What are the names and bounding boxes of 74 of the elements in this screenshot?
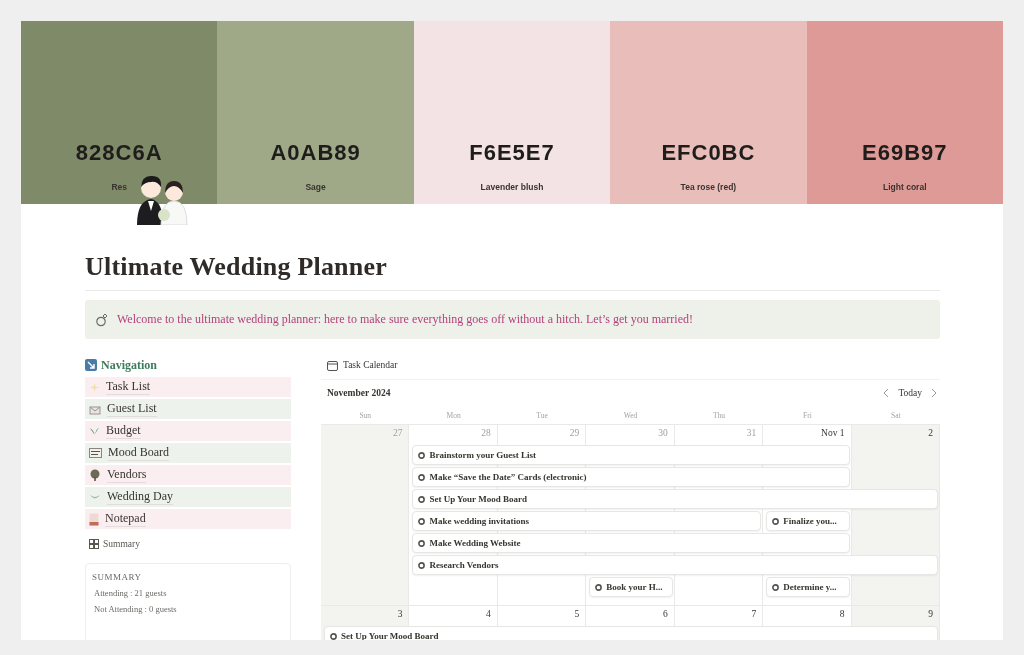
notebook-icon xyxy=(89,512,99,526)
hex-code: EFC0BC xyxy=(661,140,756,166)
next-button[interactable] xyxy=(930,388,938,398)
date-number: 31 xyxy=(746,428,757,438)
status-icon xyxy=(418,539,426,547)
date-number: 6 xyxy=(662,609,668,619)
hex-code: A0AB89 xyxy=(270,140,361,166)
callout-text: Welcome to the ultimate wedding planner: here to make sure everything goes off without a hitch. Let’s get you married! xyxy=(117,312,693,327)
nav-link[interactable]: Budget xyxy=(85,421,291,441)
date-number: 9 xyxy=(928,609,933,619)
nav-link[interactable]: Mood Board xyxy=(85,443,291,463)
summary-line: Not Attending : 0 guests xyxy=(93,604,178,614)
view-title: Task Calendar xyxy=(343,360,398,370)
date-number: 2 xyxy=(928,428,933,438)
grid-icon xyxy=(89,539,99,549)
status-icon xyxy=(772,583,780,591)
date-number: Nov 1 xyxy=(821,428,845,438)
status-icon xyxy=(418,561,426,569)
nav-link[interactable]: Notepad xyxy=(85,509,291,529)
nav-link[interactable]: Task List xyxy=(85,377,291,397)
board-icon xyxy=(89,448,102,458)
summary-line: Attending : 21 guests xyxy=(93,588,168,598)
status-icon xyxy=(418,517,426,525)
event-chip[interactable]: Determine y... xyxy=(766,577,850,597)
event-chip[interactable]: Set Up Your Mood Board xyxy=(412,489,938,509)
event-chip[interactable]: Research Vendors xyxy=(412,555,938,575)
hex-code: E69B97 xyxy=(862,140,948,166)
color-name: Sage xyxy=(305,182,326,192)
arrow-icon xyxy=(85,359,97,371)
date-number: 4 xyxy=(486,609,491,619)
color-name: Res xyxy=(111,182,127,192)
nav-link[interactable]: Guest List xyxy=(85,399,291,419)
status-icon xyxy=(418,451,426,459)
nav-link[interactable]: Vendors xyxy=(85,465,291,485)
date-number: 7 xyxy=(751,609,757,619)
calendar-icon xyxy=(327,359,338,371)
event-chip[interactable]: Make “Save the Date” Cards (electronic) xyxy=(412,467,850,487)
date-number: 29 xyxy=(569,428,580,438)
color-name: Tea rose (red) xyxy=(680,182,737,192)
ring-icon xyxy=(95,312,109,327)
sparkle-icon xyxy=(89,381,100,393)
previous-button[interactable] xyxy=(882,388,891,398)
date-number: 28 xyxy=(481,428,491,438)
status-icon xyxy=(772,517,780,525)
event-chip[interactable]: Make Wedding Website xyxy=(412,533,850,553)
date-number: 30 xyxy=(658,428,668,438)
date-number: 8 xyxy=(839,609,845,619)
date-number: 3 xyxy=(397,609,403,619)
summary-link[interactable]: Summary xyxy=(85,539,291,549)
status-icon xyxy=(330,632,337,640)
today-button[interactable]: Today xyxy=(896,388,924,398)
color-name: Light coral xyxy=(883,182,927,192)
month-label: November 2024 xyxy=(327,388,391,398)
event-chip[interactable]: Make wedding invitations xyxy=(412,511,762,531)
page-title: Ultimate Wedding Planner xyxy=(85,252,940,291)
hex-code: 828C6A xyxy=(75,140,163,166)
event-chip[interactable]: Book your H... xyxy=(589,577,673,597)
date-number: 27 xyxy=(392,428,403,438)
event-chip[interactable]: Set Up Your Mood Board xyxy=(324,626,938,640)
date-number: 5 xyxy=(574,609,580,619)
event-chip[interactable]: Brainstorm your Guest List xyxy=(412,445,850,465)
color-name: Lavender blush xyxy=(480,182,544,192)
nav-link[interactable]: Wedding Day xyxy=(85,487,291,507)
event-chip[interactable]: Finalize you... xyxy=(766,511,850,531)
wings-icon xyxy=(89,493,101,501)
section-heading: Navigation xyxy=(101,357,157,373)
status-icon xyxy=(418,495,426,503)
hex-code: F6E5E7 xyxy=(469,140,555,166)
leaf-icon xyxy=(89,426,100,436)
envelope-icon xyxy=(89,403,101,415)
status-icon xyxy=(595,583,603,591)
summary-heading: SUMMARY xyxy=(92,572,143,582)
tree-icon xyxy=(89,469,101,481)
status-icon xyxy=(418,473,426,481)
